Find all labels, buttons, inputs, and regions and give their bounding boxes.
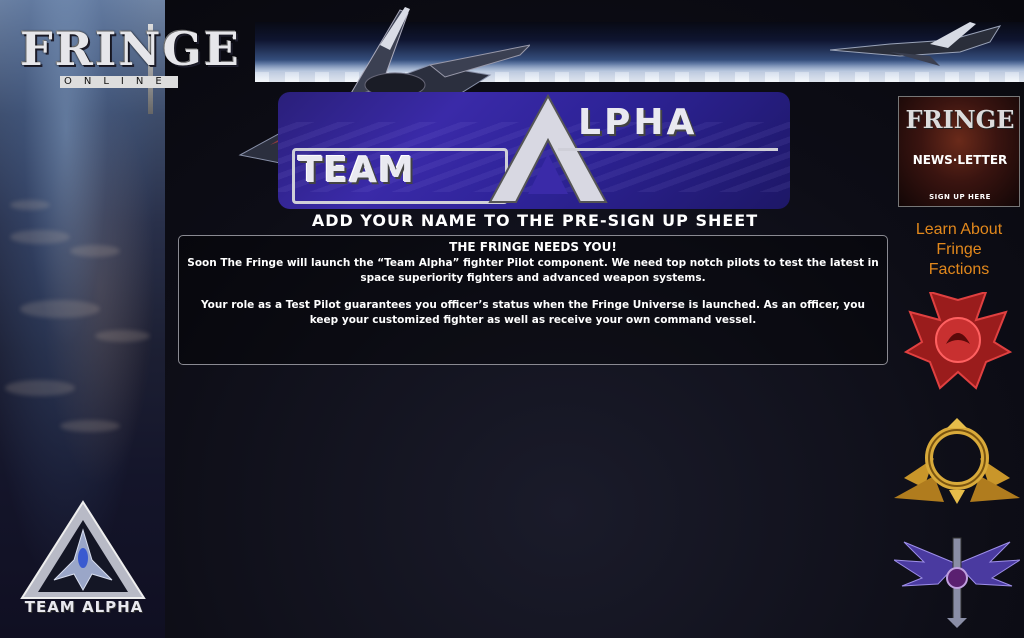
newsletter-signup-label: SIGN UP HERE bbox=[929, 193, 991, 201]
logo-subtext: ONLINE bbox=[60, 76, 178, 88]
newsletter-logo: FRINGE bbox=[905, 105, 1015, 134]
banner-alpha-text: LPHA bbox=[578, 102, 698, 143]
message-title: THE FRINGE NEEDS YOU! bbox=[449, 240, 617, 254]
message-paragraph-2: Your role as a Test Pilot guarantees you… bbox=[201, 299, 865, 326]
team-alpha-badge: TEAM ALPHA bbox=[2, 498, 166, 620]
page: FRINGE ONLINE TEAM LPHA ADD YOUR NAME TO… bbox=[0, 0, 1024, 638]
newsletter-signup-button[interactable]: FRINGE NEWS·LETTER SIGN UP HERE bbox=[898, 96, 1020, 207]
message-paragraph-1: Soon The Fringe will launch the “Team Al… bbox=[187, 257, 879, 284]
learn-link-line-3: Factions bbox=[928, 261, 990, 278]
team-alpha-badge-icon bbox=[20, 500, 146, 599]
learn-link-line-1: Learn About bbox=[915, 221, 1003, 238]
newsletter-label: NEWS·LETTER bbox=[912, 153, 1008, 167]
fighter-jet-small-image bbox=[830, 22, 1002, 66]
signup-headline: ADD YOUR NAME TO THE PRE-SIGN UP SHEET bbox=[311, 211, 759, 230]
blue-faction-emblem-icon[interactable] bbox=[894, 534, 1020, 628]
fringe-online-logo[interactable]: FRINGE ONLINE bbox=[20, 22, 258, 117]
learn-link-line-2: Fringe bbox=[936, 241, 982, 258]
message-box: THE FRINGE NEEDS YOU! Soon The Fringe wi… bbox=[178, 235, 888, 365]
badge-label: TEAM ALPHA bbox=[24, 598, 144, 616]
team-alpha-banner: TEAM LPHA bbox=[278, 92, 790, 209]
red-faction-emblem-icon[interactable] bbox=[900, 292, 1016, 390]
logo-text: FRINGE bbox=[20, 22, 241, 76]
learn-about-factions-link[interactable]: Learn About Fringe Factions bbox=[900, 220, 1018, 280]
gold-faction-emblem-icon[interactable] bbox=[894, 418, 1020, 506]
banner-team-text: TEAM bbox=[298, 150, 415, 191]
